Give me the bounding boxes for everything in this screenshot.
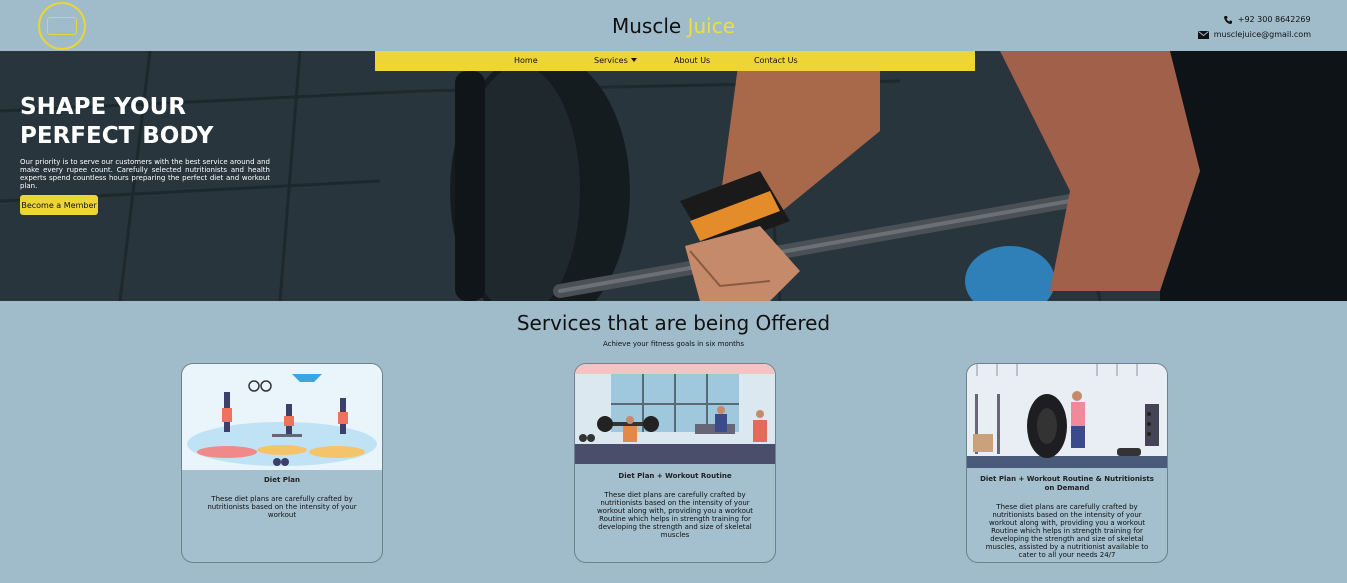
services-subtitle: Achieve your fitness goals in six months (602, 340, 745, 348)
email-row: musclejuice@gmail.com (1197, 27, 1311, 42)
brand-part1: Muscle (611, 14, 682, 38)
card-title: Diet Plan + Workout Routine & Nutritioni… (980, 475, 1154, 492)
card-title: Diet Plan + Workout Routine (618, 472, 732, 480)
email-address[interactable]: musclejuice@gmail.com (1214, 27, 1311, 42)
nav-home[interactable]: Home (514, 56, 538, 65)
nav-about[interactable]: About Us (674, 56, 710, 65)
phone-number[interactable]: +92 300 8642269 (1238, 12, 1311, 27)
caret-down-icon (630, 58, 637, 62)
mail-icon (1197, 30, 1209, 39)
card-illustration (967, 364, 1167, 468)
main-nav: Home Services About Us Contact Us (375, 51, 975, 71)
site-header: Muscle Juice +92 300 8642269 musclejuice… (0, 0, 1347, 51)
phone-row: +92 300 8642269 (1198, 12, 1311, 27)
card-illustration (182, 364, 382, 470)
brand-part2: Juice (687, 14, 735, 38)
card-description: These diet plans are carefully crafted b… (985, 503, 1149, 559)
brand-title: Muscle Juice (0, 14, 1347, 38)
card-description: These diet plans are carefully crafted b… (596, 491, 754, 539)
service-card-diet-workout[interactable]: Diet Plan + Workout Routine These diet p… (574, 363, 776, 563)
contact-info: +92 300 8642269 musclejuice@gmail.com (1197, 12, 1311, 42)
hero-banner: SHAPE YOUR PERFECT BODY Our priority is … (0, 51, 1347, 301)
hero-title: SHAPE YOUR PERFECT BODY (20, 93, 213, 151)
nav-contact[interactable]: Contact Us (754, 56, 798, 65)
card-title: Diet Plan (264, 476, 300, 484)
service-card-diet-plan[interactable]: Diet Plan These diet plans are carefully… (181, 363, 383, 563)
hero-title-line2: PERFECT BODY (20, 123, 214, 149)
card-description: These diet plans are carefully crafted b… (207, 495, 357, 519)
hero-title-line1: SHAPE YOUR (20, 94, 186, 120)
hero-description: Our priority is to serve our customers w… (20, 158, 270, 190)
services-title: Services that are being Offered (516, 311, 831, 335)
card-illustration (575, 364, 775, 464)
become-member-button[interactable]: Become a Member (20, 195, 98, 215)
nav-services[interactable]: Services (594, 56, 637, 65)
service-card-diet-workout-nutritionist[interactable]: Diet Plan + Workout Routine & Nutritioni… (966, 363, 1168, 563)
nav-services-label: Services (594, 56, 628, 65)
phone-icon (1223, 15, 1232, 24)
